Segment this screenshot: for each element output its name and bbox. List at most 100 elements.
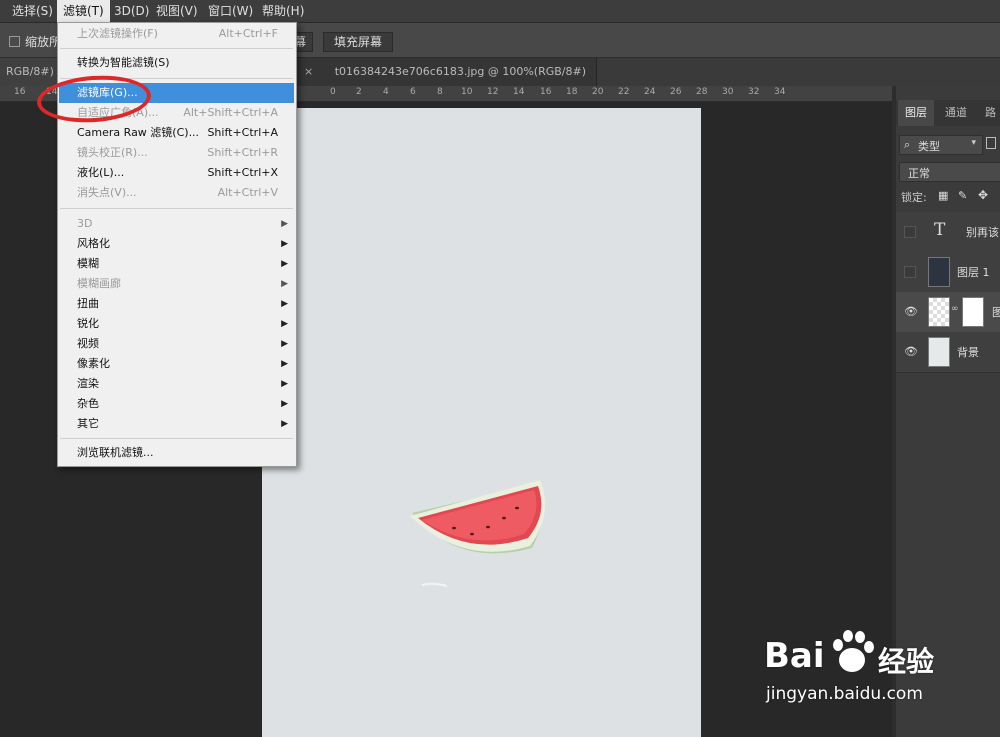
submenu-arrow-icon: ▶ [281, 319, 288, 329]
resize-windows-checkbox[interactable] [9, 36, 20, 47]
menu-filter[interactable]: 滤镜(T) [57, 0, 110, 22]
tab-paths[interactable]: 路 [978, 100, 1000, 126]
panel-tabs: 图层 通道 路 [896, 100, 1000, 126]
menu-item-video[interactable]: 视频 ▶ [59, 334, 294, 354]
watermark-url: jingyan.baidu.com [766, 684, 923, 704]
menu-item-blur-gallery[interactable]: 模糊画廊 ▶ [59, 274, 294, 294]
layer-name[interactable]: 背景 [957, 344, 979, 360]
paw-logo-icon [833, 630, 874, 672]
watermelon-image [410, 480, 546, 587]
menu-separator [60, 208, 293, 209]
ruler-label: 2 [356, 87, 362, 97]
tab-channels[interactable]: 通道 [938, 100, 974, 126]
ruler-label: 12 [487, 87, 499, 97]
menu-view[interactable]: 视图(V) [150, 0, 204, 22]
ruler-label: 34 [774, 87, 786, 97]
lock-row: 锁定: ▦ ✎ ✥ [896, 186, 1000, 206]
menu-bar: 选择(S) 滤镜(T) 3D(D) 视图(V) 窗口(W) 帮助(H) [0, 0, 1000, 23]
layer-name[interactable]: 图层 1 [957, 264, 990, 280]
chevron-down-icon: ▾ [971, 138, 976, 148]
layer-name[interactable]: 别再该 [966, 224, 999, 240]
submenu-arrow-icon: ▶ [281, 419, 288, 429]
submenu-arrow-icon: ▶ [281, 239, 288, 249]
ruler-label: 26 [670, 87, 682, 97]
menu-item-sharpen[interactable]: 锐化 ▶ [59, 314, 294, 334]
menu-item-other[interactable]: 其它 ▶ [59, 414, 294, 434]
ruler-label: 0 [330, 87, 336, 97]
ruler-label: 14 [513, 87, 525, 97]
menu-item-convert-smart-filter[interactable]: 转换为智能滤镜(S) [59, 53, 294, 73]
ruler-label: 16 [540, 87, 552, 97]
watermark-brand-cn: 经验 [878, 645, 935, 678]
menu-item-liquify[interactable]: 液化(L)... Shift+Ctrl+X [59, 163, 294, 183]
menu-item-vanishing-point[interactable]: 消失点(V)... Alt+Ctrl+V [59, 183, 294, 203]
layer-thumbnail [928, 297, 950, 327]
ruler-label: 4 [383, 87, 389, 97]
submenu-arrow-icon: ▶ [281, 399, 288, 409]
menu-item-blur[interactable]: 模糊 ▶ [59, 254, 294, 274]
menu-item-last-filter[interactable]: 上次滤镜操作(F) Alt+Ctrl+F [59, 24, 294, 44]
lock-move-icon[interactable]: ✥ [978, 188, 988, 202]
link-icon[interactable]: ∞ [951, 304, 959, 314]
menu-item-3d[interactable]: 3D ▶ [59, 214, 294, 234]
lock-label: 锁定: [901, 191, 927, 204]
menu-item-distort[interactable]: 扭曲 ▶ [59, 294, 294, 314]
layer-row-background[interactable]: 👁 背景 [896, 332, 1000, 373]
submenu-arrow-icon: ▶ [281, 299, 288, 309]
filter-kind-label: 类型 [918, 140, 940, 153]
text-layer-icon: T [934, 220, 946, 240]
baidu-watermark: Bai 经验 jingyan.baidu.com [762, 628, 962, 718]
menu-window[interactable]: 窗口(W) [202, 0, 259, 22]
ruler-label: 30 [722, 87, 734, 97]
eye-icon[interactable]: 👁 [904, 345, 918, 358]
eye-icon[interactable]: 👁 [904, 305, 918, 318]
layer-thumbnail [928, 337, 950, 367]
fill-screen-button[interactable]: 填充屏幕 [323, 32, 394, 52]
menu-separator [60, 48, 293, 49]
visibility-toggle[interactable] [904, 266, 916, 278]
ruler-label: 24 [644, 87, 656, 97]
document-canvas[interactable] [262, 108, 701, 737]
layer-thumbnail [928, 257, 950, 287]
tab-doc-2[interactable]: × t016384243e706c6183.jpg @ 100%(RGB/8#)… [296, 58, 597, 106]
tab-close-icon[interactable]: × [304, 65, 313, 78]
menu-item-lens-correction[interactable]: 镜头校正(R)... Shift+Ctrl+R [59, 143, 294, 163]
menu-item-browse-online-filters[interactable]: 浏览联机滤镜... [59, 443, 294, 463]
blend-mode-label: 正常 [908, 167, 930, 180]
ruler-label: 6 [410, 87, 416, 97]
blend-mode-dropdown[interactable]: 正常 [899, 162, 1000, 182]
visibility-toggle[interactable] [904, 226, 916, 238]
search-icon: ⌕ [904, 138, 911, 151]
submenu-arrow-icon: ▶ [281, 379, 288, 389]
ruler-label: 22 [618, 87, 630, 97]
layer-filter-dropdown[interactable]: ⌕ 类型 ▾ [899, 135, 983, 155]
lock-brush-icon[interactable]: ✎ [958, 189, 967, 202]
ruler-label: 16 [14, 87, 26, 97]
ruler-label: 20 [592, 87, 604, 97]
layer-row-masked[interactable]: 👁 ∞ 图 [896, 292, 1000, 333]
menu-item-render[interactable]: 渲染 ▶ [59, 374, 294, 394]
submenu-arrow-icon: ▶ [281, 259, 288, 269]
watermark-brand-latin: Bai [764, 636, 825, 676]
layer-name[interactable]: 图 [992, 304, 1000, 320]
tab-layers[interactable]: 图层 [898, 100, 934, 126]
menu-select[interactable]: 选择(S) [6, 0, 59, 22]
tab-doc-1[interactable]: RGB/8#) * [0, 58, 63, 106]
menu-item-pixelate[interactable]: 像素化 ▶ [59, 354, 294, 374]
submenu-arrow-icon: ▶ [281, 219, 288, 229]
layer-mask-thumbnail[interactable] [962, 297, 984, 327]
layer-row-image[interactable]: 图层 1 [896, 252, 1000, 293]
tab-doc-2-label: t016384243e706c6183.jpg @ 100%(RGB/8#) [334, 65, 586, 78]
submenu-arrow-icon: ▶ [281, 339, 288, 349]
submenu-arrow-icon: ▶ [281, 359, 288, 369]
resize-windows-label: 缩放所 [25, 35, 62, 49]
lock-transparent-icon[interactable]: ▦ [938, 189, 948, 202]
menu-item-stylize[interactable]: 风格化 ▶ [59, 234, 294, 254]
pixel-filter-icon[interactable] [986, 137, 996, 149]
menu-item-camera-raw[interactable]: Camera Raw 滤镜(C)... Shift+Ctrl+A [59, 123, 294, 143]
layer-row-text[interactable]: T 别再该 [896, 212, 1000, 253]
menu-help[interactable]: 帮助(H) [256, 0, 310, 22]
ruler-label: 28 [696, 87, 708, 97]
menu-3d[interactable]: 3D(D) [108, 0, 155, 22]
menu-item-noise[interactable]: 杂色 ▶ [59, 394, 294, 414]
